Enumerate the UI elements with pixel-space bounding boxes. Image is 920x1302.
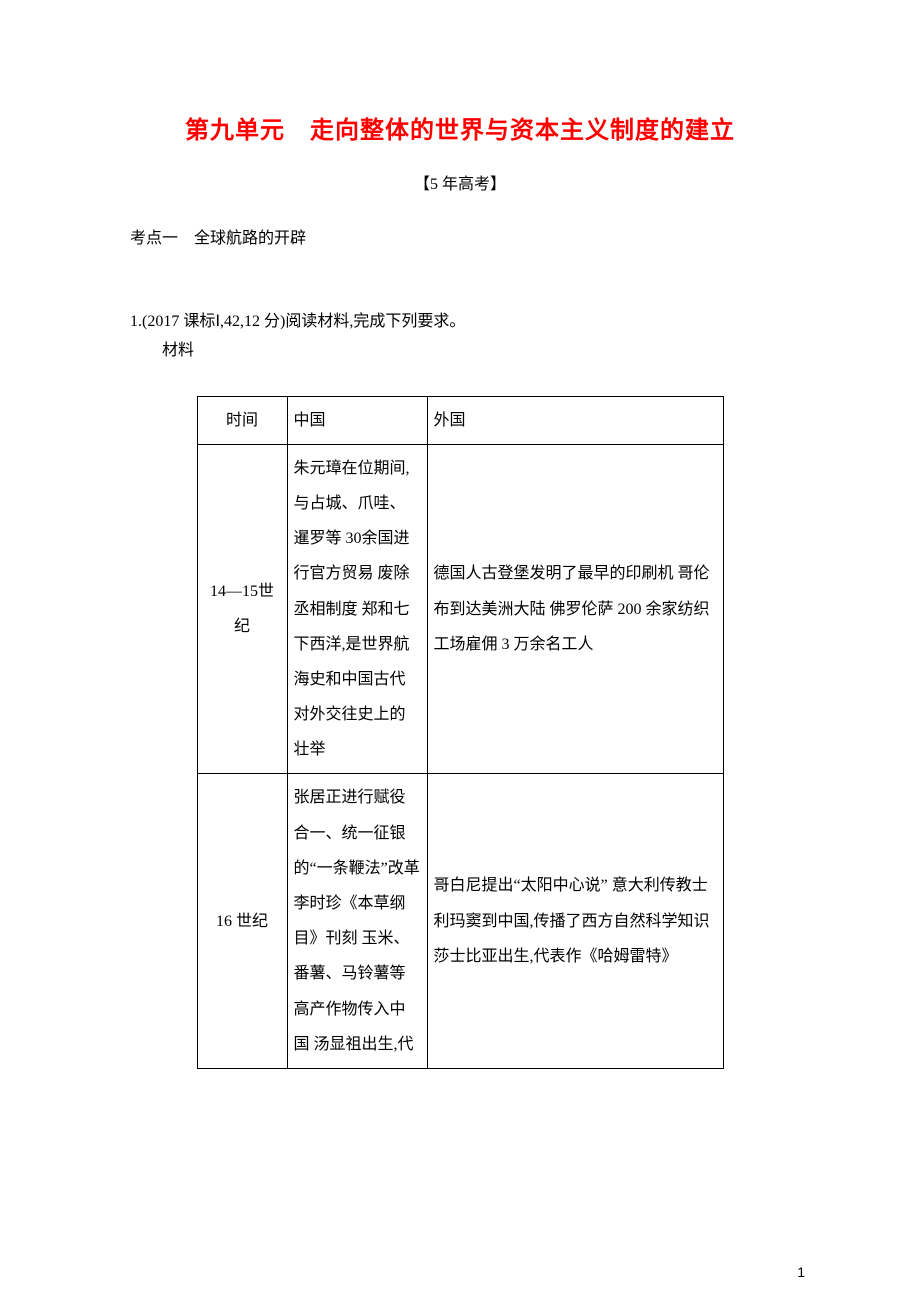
cell-foreign: 哥白尼提出“太阳中心说” 意大利传教士利玛窦到中国,传播了西方自然科学知识 莎士… [427, 774, 723, 1069]
table-header-row: 时间 中国 外国 [197, 396, 723, 444]
cell-time: 14—15世纪 [197, 444, 287, 774]
header-foreign: 外国 [427, 396, 723, 444]
table-row: 16 世纪 张居正进行赋役合一、统一征银的“一条鞭法”改革 李时珍《本草纲目》刊… [197, 774, 723, 1069]
cell-china: 朱元璋在位期间,与占城、爪哇、暹罗等 30余国进行官方贸易 废除丞相制度 郑和七… [287, 444, 427, 774]
cell-time: 16 世纪 [197, 774, 287, 1069]
cell-foreign: 德国人古登堡发明了最早的印刷机 哥伦布到达美洲大陆 佛罗伦萨 200 余家纺织工… [427, 444, 723, 774]
header-china: 中国 [287, 396, 427, 444]
exam-years: 【5 年高考】 [130, 170, 790, 194]
material-table: 时间 中国 外国 14—15世纪 朱元璋在位期间,与占城、爪哇、暹罗等 30余国… [197, 396, 724, 1069]
cell-china: 张居正进行赋役合一、统一征银的“一条鞭法”改革 李时珍《本草纲目》刊刻 玉米、番… [287, 774, 427, 1069]
unit-title: 第九单元 走向整体的世界与资本主义制度的建立 [130, 110, 790, 145]
question-number-line: 1.(2017 课标Ⅰ,42,12 分)阅读材料,完成下列要求。 [130, 308, 790, 337]
question-block: 1.(2017 课标Ⅰ,42,12 分)阅读材料,完成下列要求。 材料 [130, 308, 790, 366]
page-number: 1 [797, 1264, 805, 1280]
table-row: 14—15世纪 朱元璋在位期间,与占城、爪哇、暹罗等 30余国进行官方贸易 废除… [197, 444, 723, 774]
material-label: 材料 [130, 337, 790, 366]
section-label: 考点一 全球航路的开辟 [130, 224, 790, 248]
header-time: 时间 [197, 396, 287, 444]
